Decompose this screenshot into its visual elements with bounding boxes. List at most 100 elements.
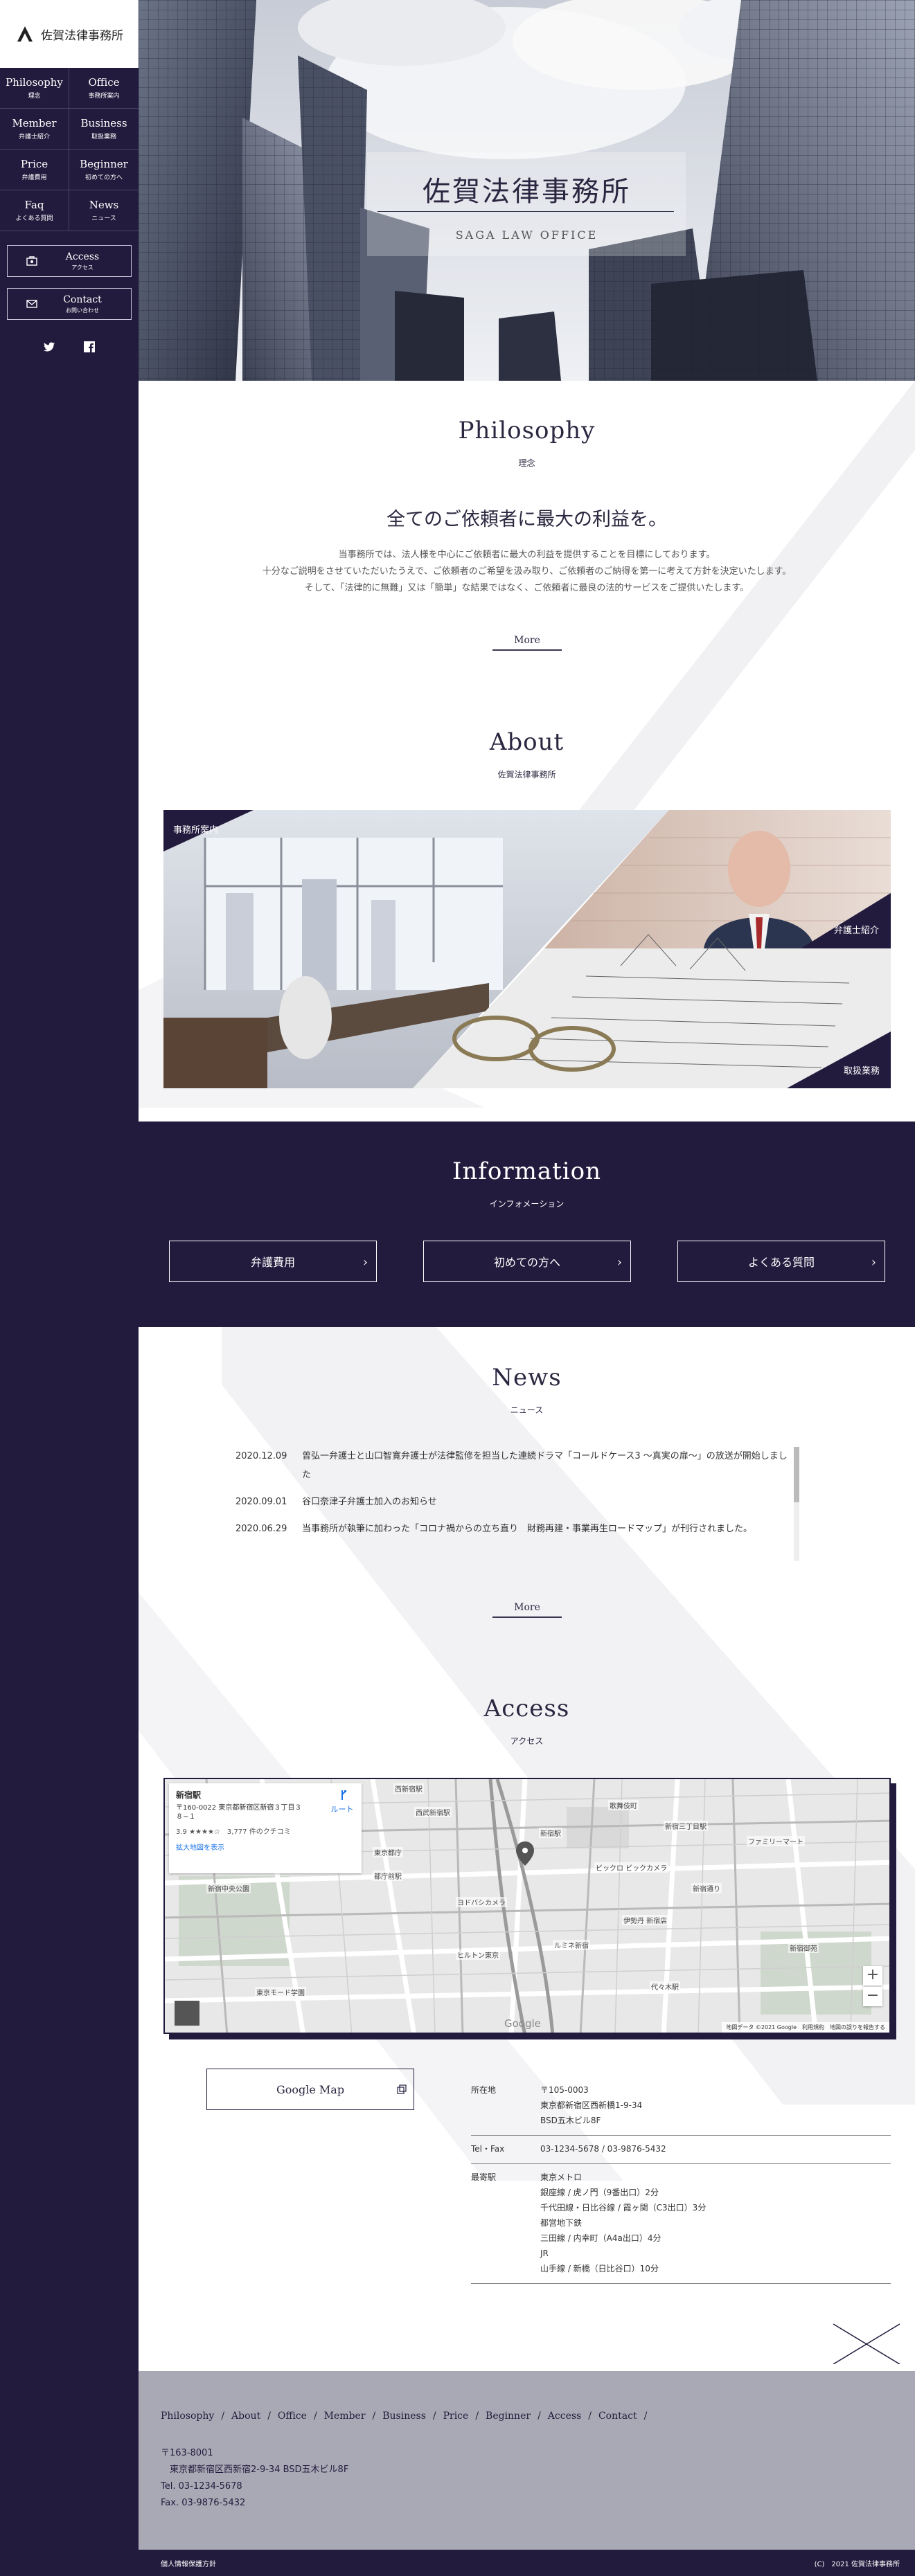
sidebar: 佐賀法律事務所 Philosophy 理念 Office 事務所案内 Member 弁… (0, 0, 139, 2576)
chevron-right-icon: › (362, 1255, 368, 1270)
map-place-label: 東京都庁 (373, 1847, 403, 1857)
footer-nav-separator: / (643, 2411, 648, 2422)
footer-nav-separator: / (432, 2411, 436, 2422)
news-item[interactable]: 2020.06.29 当事務所が執筆に加わった「コロナ禍からの立ち直り 財務再建・… (236, 1520, 790, 1538)
footer-nav-link-contact[interactable]: Contact (598, 2411, 637, 2422)
contact-label: Contact (63, 294, 102, 305)
info-button-label: 弁護費用 (250, 1256, 295, 1269)
news-date: 2020.09.01 (236, 1497, 287, 1507)
about-images (163, 810, 891, 1088)
sidebar-item-price[interactable]: Price 弁護費用 (0, 150, 69, 190)
station-line: 都営地下鉄 (540, 2218, 583, 2228)
map-place-label: ヒルトン東京 (456, 1949, 500, 1960)
info-button-price[interactable]: 弁護費用 › (169, 1241, 377, 1282)
logo[interactable]: 佐賀法律事務所 (0, 0, 139, 68)
tel-fax-row: Tel・Fax 03-1234-5678 / 03-9876-5432 (471, 2136, 891, 2164)
address-table: 所在地 〒105-0003 東京都新宿区西新橋1-9-34 BSD五木ビル8F … (471, 2077, 891, 2284)
news-item[interactable]: 2020.12.09 曾弘一弁護士と山口智寛弁護士が法律監修を担当した連続ドラマ「… (236, 1447, 790, 1484)
map-route-button[interactable]: ルート (328, 1789, 356, 1814)
footer-nav-separator: / (221, 2411, 225, 2422)
footer-nav-separator: / (475, 2411, 479, 2422)
mail-icon (26, 300, 37, 308)
access-label: Access (65, 251, 100, 262)
philosophy-title: Philosophy (458, 417, 596, 444)
copyright: (C) 2021 佐賀法律事務所 (814, 2561, 900, 2568)
privacy-policy-link[interactable]: 個人情報保護方針 (161, 2558, 216, 2568)
map-place-label: ヨドバシカメラ (456, 1897, 507, 1907)
address-value: 〒105-0003 東京都新宿区西新橋1-9-34 BSD五木ビル8F (540, 2082, 642, 2128)
map-place-label: ファミリーマート (747, 1836, 805, 1846)
information-section: Information インフォメーション 弁護費用 › 初めての方へ › よくある… (139, 1122, 915, 1327)
footer-nav-link-about[interactable]: About (231, 2411, 260, 2422)
sidebar-contact-button[interactable]: Contact お問い合わせ (7, 288, 132, 320)
news-text: 曾弘一弁護士と山口智寛弁護士が法律監修を担当した連続ドラマ「コールドケース3 ～… (302, 1451, 788, 1480)
about-label-business[interactable]: 取扱業務 (844, 1063, 880, 1077)
news-item[interactable]: 2020.09.01 谷口奈津子弁護士加入のお知らせ (236, 1493, 790, 1511)
news-scrollbar-thumb[interactable] (794, 1447, 799, 1502)
footer-nav-link-business[interactable]: Business (382, 2411, 426, 2422)
news-list[interactable]: 2020.12.09 曾弘一弁護士と山口智寛弁護士が法律監修を担当した連続ドラマ「… (236, 1447, 790, 1561)
address-line: 〒105-0003 (540, 2085, 589, 2095)
footer-nav-separator: / (267, 2411, 271, 2422)
external-link-icon (397, 2084, 407, 2094)
footer-nav-link-member[interactable]: Member (324, 2411, 366, 2422)
address-key: Tel・Fax (471, 2144, 505, 2154)
google-map-button[interactable]: Google Map (206, 2069, 414, 2110)
philosophy-more-button[interactable]: More (492, 630, 562, 651)
footer-nav-link-access[interactable]: Access (548, 2411, 581, 2422)
sidebar-item-news[interactable]: News ニュース (69, 190, 139, 231)
sidebar-item-philosophy[interactable]: Philosophy 理念 (0, 68, 69, 109)
news-more-button[interactable]: More (492, 1597, 562, 1618)
map-satellite-toggle[interactable] (175, 2001, 199, 2026)
info-button-faq[interactable]: よくある質問 › (677, 1241, 885, 1282)
news-scrollbar[interactable] (794, 1447, 799, 1561)
nav-sublabel: ニュース (91, 215, 116, 222)
news-subtitle: ニュース (510, 1405, 544, 1415)
footer-nav-link-beginner[interactable]: Beginner (486, 2411, 531, 2422)
map-place-address: 〒160-0022 東京都新宿区新宿３丁目３８−１ (176, 1804, 302, 1821)
sidebar-item-office[interactable]: Office 事務所案内 (69, 68, 139, 109)
footer-nav-link-price[interactable]: Price (443, 2411, 469, 2422)
philosophy-headline: 全てのご依頼者に最大の利益を。 (387, 509, 667, 530)
footer-nav-link-office[interactable]: Office (278, 2411, 307, 2422)
map-place-label: 新宿駅 (539, 1828, 562, 1838)
map-enlarge-link[interactable]: 拡大地図を表示 (176, 1841, 355, 1852)
information-subtitle: インフォメーション (489, 1199, 565, 1209)
map-zoom-out-button[interactable]: − (863, 1987, 882, 2006)
map-place-label: 西新宿駅 (393, 1783, 424, 1794)
map-attribution[interactable]: 地図データ ©2021 Google 利用規約 地図の誤りを報告する (722, 2022, 889, 2033)
hero-divider (377, 211, 674, 212)
footer: Philosophy / About / Office / Member / Business /… (139, 2371, 915, 2576)
map-place-label: ルミネ新宿 (553, 1940, 590, 1950)
sidebar-item-member[interactable]: Member 弁護士紹介 (0, 109, 69, 150)
page-top-icon[interactable] (832, 2323, 901, 2364)
info-button-beginner[interactable]: 初めての方へ › (423, 1241, 631, 1282)
footer-address: 〒163-8001 東京都新宿区西新宿2-9-34 BSD五木ビル8F Tel.… (161, 2445, 348, 2512)
social-links (0, 341, 139, 353)
address-line: 東京都新宿区西新橋1-9-34 (540, 2100, 643, 2110)
nav-label: Beginner (80, 158, 128, 170)
about-label-office[interactable]: 事務所案内 (173, 822, 218, 836)
google-map-button-label: Google Map (276, 2082, 345, 2096)
contact-sublabel: お問い合わせ (66, 307, 99, 314)
sidebar-item-beginner[interactable]: Beginner 初めての方へ (69, 150, 139, 190)
facebook-icon[interactable] (83, 341, 96, 353)
footer-address-line: Tel. 03-1234-5678 (161, 2481, 242, 2492)
footer-nav-link-philosophy[interactable]: Philosophy (161, 2411, 214, 2422)
sidebar-item-business[interactable]: Business 取扱業務 (69, 109, 139, 150)
footer-address-line: 〒163-8001 (161, 2448, 213, 2458)
access-subtitle: アクセス (510, 1736, 544, 1746)
twitter-icon[interactable] (43, 341, 55, 353)
sidebar-item-faq[interactable]: Faq よくある質問 (0, 190, 69, 231)
nav-sublabel: 弁護費用 (21, 174, 47, 181)
map-place-label: 代々木駅 (650, 1981, 680, 1992)
map-zoom-in-button[interactable]: + (863, 1966, 882, 1985)
about-label-member[interactable]: 弁護士紹介 (834, 923, 879, 936)
hero-subtitle: SAGA LAW OFFICE (455, 228, 598, 242)
embedded-map[interactable]: 西新宿駅 新宿駅 都庁前駅 東京都庁 新宿中央公園 ヨドバシカメラ ビックロ ビックカメラ フ… (163, 1778, 891, 2034)
nav-sublabel: 取扱業務 (91, 134, 116, 141)
nav-label: Faq (24, 199, 44, 211)
news-date: 2020.06.29 (236, 1524, 287, 1534)
nav-label: Business (80, 117, 127, 129)
sidebar-access-button[interactable]: Access アクセス (7, 245, 132, 277)
